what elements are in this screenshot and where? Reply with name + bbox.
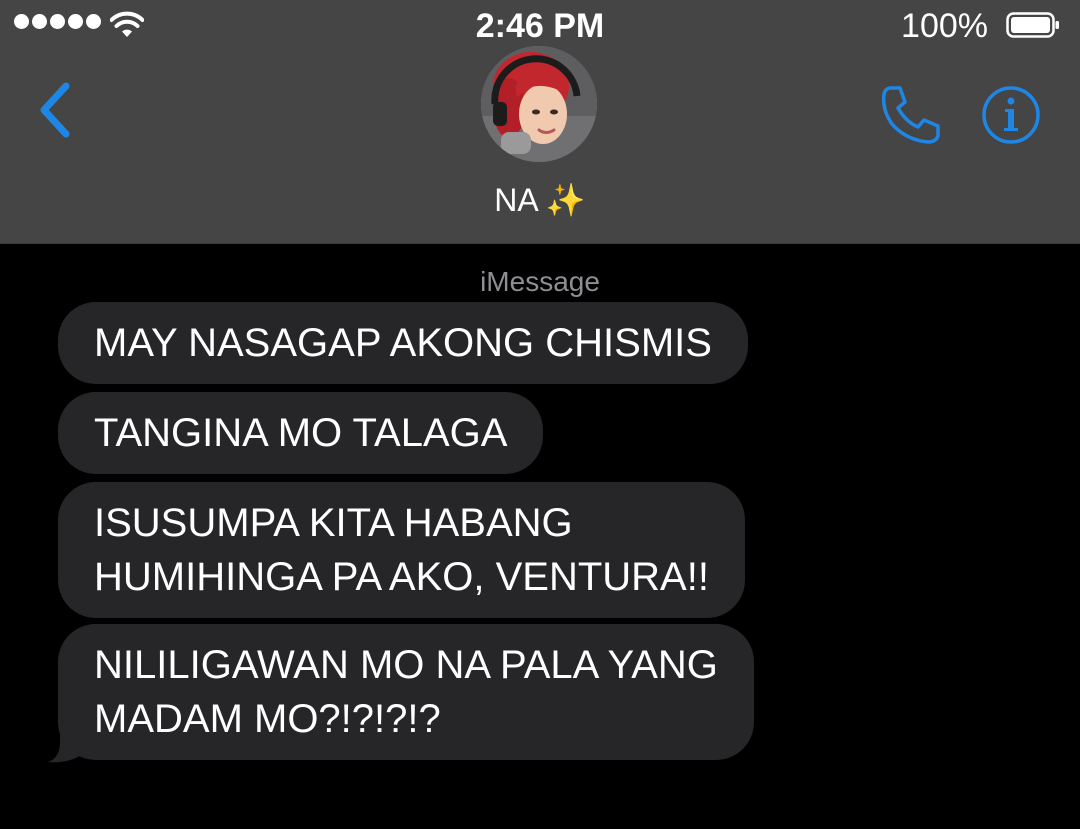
service-label: iMessage — [480, 266, 600, 297]
avatar[interactable] — [481, 46, 597, 162]
message-text: MADAM MO?!?!?!? — [94, 697, 441, 741]
message-bubble[interactable]: MAY NASAGAP AKONG CHISMIS — [58, 302, 748, 384]
avatar-photo — [481, 46, 597, 162]
message-text: HUMIHINGA PA AKO, VENTURA!! — [94, 555, 709, 599]
phone-icon[interactable] — [878, 84, 942, 146]
messages-screen: 2:46 PM 100% NA ✨ iMessage MAY NASAGAP A… — [0, 0, 1080, 829]
message-bubble[interactable]: ISUSUMPA KITA HABANG HUMIHINGA PA AKO, V… — [58, 482, 745, 618]
contact-name[interactable]: NA ✨ — [0, 180, 1080, 220]
conversation-header: 2:46 PM 100% NA ✨ — [0, 0, 1080, 244]
message-text: ISUSUMPA KITA HABANG — [94, 501, 573, 545]
message-text: MAY NASAGAP AKONG CHISMIS — [94, 321, 712, 365]
message-text: NILILIGAWAN MO NA PALA YANG — [94, 643, 718, 687]
battery-icon — [1006, 12, 1059, 38]
battery-percent: 100% — [901, 7, 988, 45]
info-icon[interactable] — [980, 84, 1042, 146]
message-bubble[interactable]: NILILIGAWAN MO NA PALA YANG MADAM MO?!?!… — [58, 624, 754, 760]
message-text: TANGINA MO TALAGA — [94, 411, 508, 455]
back-chevron-icon[interactable] — [34, 80, 78, 140]
message-bubble[interactable]: TANGINA MO TALAGA — [58, 392, 544, 474]
